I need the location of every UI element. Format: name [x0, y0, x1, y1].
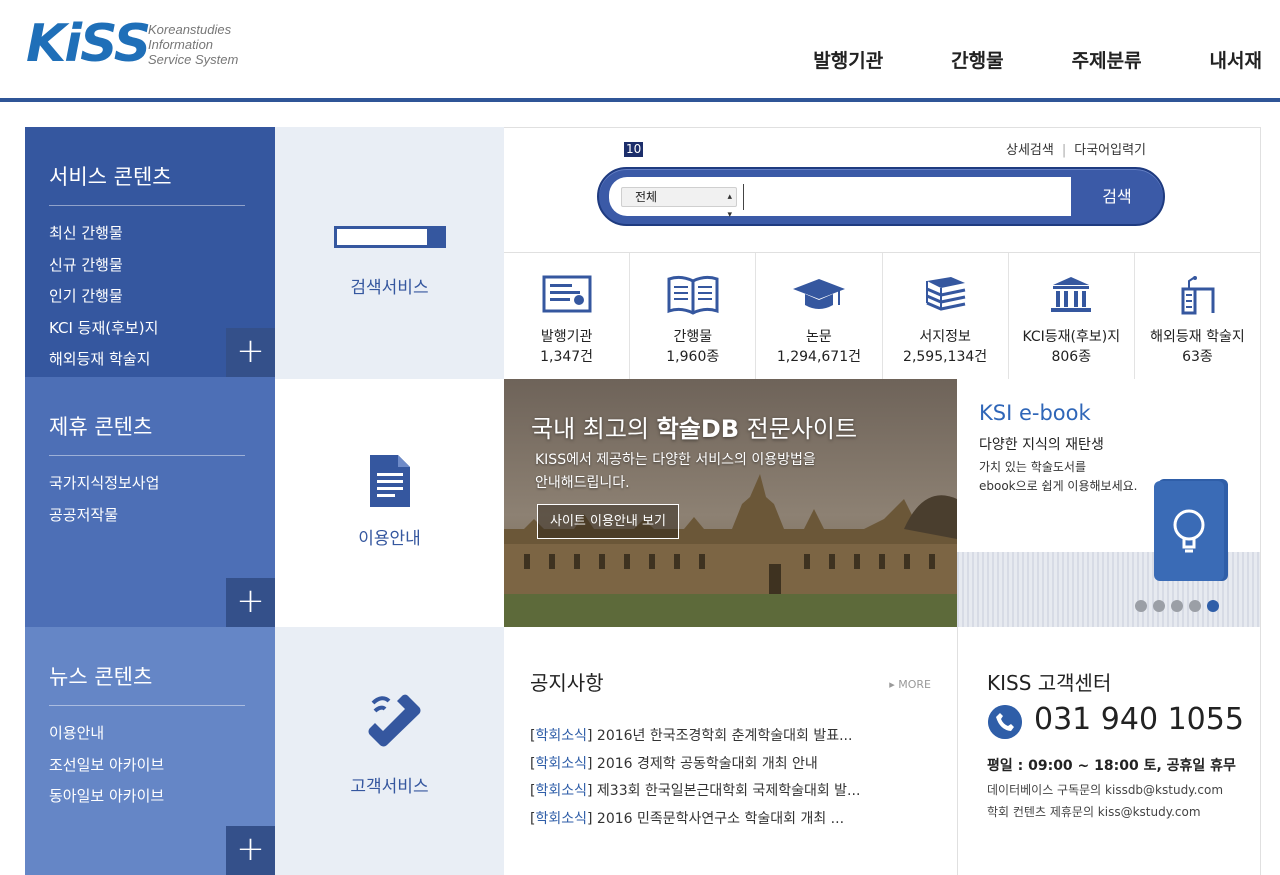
customer-service-tile[interactable]: 고객서비스: [275, 627, 504, 875]
more-plus-button[interactable]: +: [226, 328, 275, 377]
nav-publisher[interactable]: 발행기관: [813, 46, 883, 73]
service-contents-box: 서비스 콘텐츠 최신 간행물 신규 간행물 인기 간행물 KCI 등재(후보)지…: [25, 127, 275, 377]
search-field-wrap: 전체 ▴ ▾: [609, 177, 1071, 220]
search-input[interactable]: [743, 184, 1063, 210]
ebook-title: KSI e-book: [979, 401, 1091, 425]
sidebar-item-chosun-archive[interactable]: 조선일보 아카이브: [49, 750, 251, 782]
stat-papers[interactable]: 논문 1,294,671건: [755, 253, 881, 379]
list-item[interactable]: [학회소식] 2016 민족문학사연구소 학술대회 개최 ...: [530, 806, 940, 834]
site-guide-button[interactable]: 사이트 이용안내 보기: [537, 504, 679, 539]
main-nav: 발행기관 간행물 주제분류 내서재: [745, 46, 1262, 73]
list-item[interactable]: [학회소식] 2016 경제학 공동학술대회 개최 안내: [530, 751, 940, 779]
sidebar-item-national-knowledge[interactable]: 국가지식정보사업: [49, 468, 251, 500]
advanced-search-link[interactable]: 상세검색: [1006, 143, 1054, 158]
ebook-subtitle: 다양한 지식의 재탄생: [979, 437, 1104, 453]
banner-title: 국내 최고의 학술DB 전문사이트: [531, 415, 858, 443]
slide-dot-5[interactable]: [1207, 600, 1219, 612]
nav-my-library[interactable]: 내서재: [1210, 46, 1262, 73]
slide-dot-4[interactable]: [1189, 600, 1201, 612]
business-hours: 평일 : 09:00 ~ 18:00 토, 공휴일 휴무: [987, 758, 1236, 774]
sidebar-item-latest[interactable]: 최신 간행물: [49, 218, 251, 250]
nav-publications[interactable]: 간행물: [951, 46, 1003, 73]
stat-publisher[interactable]: 발행기관 1,347건: [504, 253, 629, 379]
open-book-icon: [667, 275, 719, 315]
search-bar: 전체 ▴ ▾ 검색: [597, 167, 1165, 226]
more-plus-button[interactable]: +: [226, 578, 275, 627]
main-banner[interactable]: 국내 최고의 학술DB 전문사이트 KISS에서 제공하는 다양한 서비스의 이…: [504, 379, 957, 627]
lightbulb-book-icon: [1154, 479, 1228, 581]
search-bar-icon: [334, 226, 446, 248]
customer-center-title: KISS 고객센터: [987, 671, 1112, 695]
phone-icon: [988, 705, 1022, 739]
search-button[interactable]: 검색: [1071, 169, 1163, 224]
partner-contents-box: 제휴 콘텐츠 국가지식정보사업 공공저작물 +: [25, 377, 275, 627]
kiss-logo[interactable]: KiSS Koreanstudies Information Service S…: [26, 14, 256, 74]
phone-number: 031 940 1055: [1034, 702, 1244, 737]
list-item[interactable]: [학회소식] 2016년 한국조경학회 춘계학술대회 발표...: [530, 723, 940, 751]
search-service-tile[interactable]: 검색서비스: [275, 127, 504, 379]
stats-row: 발행기관 1,347건 간행물 1,960종 논문 1,294,671건 서지정…: [504, 253, 1261, 379]
sidebar-item-public-works[interactable]: 공공저작물: [49, 500, 251, 532]
stat-publications[interactable]: 간행물 1,960종: [629, 253, 755, 379]
partnership-contact: 학회 컨텐츠 제휴문의 kiss@kstudy.com: [987, 805, 1201, 819]
notice-title: 공지사항: [530, 671, 604, 695]
logo-subtitle: Koreanstudies Information Service System: [148, 22, 239, 67]
sidebar-item-new[interactable]: 신규 간행물: [49, 250, 251, 282]
desk-lamp-icon: [1181, 276, 1215, 315]
count-tag: 10: [624, 142, 644, 157]
db-subscription-contact: 데이터베이스 구독문의 kissdb@kstudy.com: [987, 783, 1224, 797]
section-title: 서비스 콘텐츠: [49, 161, 245, 206]
stat-kci[interactable]: KCI등재(후보)지 806종: [1007, 253, 1134, 379]
list-item[interactable]: [학회소식] 제33회 한국일본근대학회 국제학술대회 발...: [530, 778, 940, 806]
stat-overseas[interactable]: 해외등재 학술지 63종: [1133, 253, 1260, 379]
slide-dot-3[interactable]: [1171, 600, 1183, 612]
nav-subject[interactable]: 주제분류: [1072, 46, 1142, 73]
institution-icon: [1051, 277, 1092, 312]
sidebar-item-popular[interactable]: 인기 간행물: [49, 281, 251, 313]
search-scope-select[interactable]: 전체 ▴ ▾: [621, 187, 737, 220]
ebook-banner[interactable]: KSI e-book 다양한 지식의 재탄생 가치 있는 학술도서를 ebook으…: [957, 379, 1261, 627]
section-title: 뉴스 콘텐츠: [49, 661, 245, 706]
slide-dot-1[interactable]: [1135, 600, 1147, 612]
section-title: 제휴 콘텐츠: [49, 411, 245, 456]
search-panel: 10 상세검색 | 다국어입력기 전체 ▴ ▾ 검색: [504, 127, 1261, 253]
certificate-icon: [542, 275, 592, 313]
select-arrows-icon: ▴ ▾: [727, 192, 732, 220]
logo-wordmark: KiSS: [26, 14, 151, 74]
tile-label: 이용안내: [358, 529, 421, 549]
search-links: 상세검색 | 다국어입력기: [1006, 139, 1146, 158]
multilang-input-link[interactable]: 다국어입력기: [1074, 143, 1146, 158]
graduation-cap-icon: [792, 279, 845, 309]
notice-panel: 공지사항 ▸ MORE [학회소식] 2016년 한국조경학회 춘계학술대회 발…: [504, 627, 957, 875]
tile-label: 고객서비스: [350, 777, 429, 797]
more-link[interactable]: ▸ MORE: [889, 678, 931, 691]
sidebar-item-donga-archive[interactable]: 동아일보 아카이브: [49, 781, 251, 813]
slide-indicators: [1135, 600, 1225, 612]
site-header: KiSS Koreanstudies Information Service S…: [0, 0, 1280, 102]
sidebar-item-overseas[interactable]: 해외등재 학술지: [49, 344, 251, 376]
ebook-description: 가치 있는 학술도서를 ebook으로 쉽게 이용해보세요.: [979, 460, 1138, 493]
book-stack-icon: [926, 277, 966, 311]
document-icon: [370, 455, 410, 507]
phone-handset-icon: [368, 694, 421, 747]
stat-bibliography[interactable]: 서지정보 2,595,134건: [881, 253, 1008, 379]
usage-guide-tile[interactable]: 이용안내: [275, 379, 504, 627]
sidebar-item-guide[interactable]: 이용안내: [49, 718, 251, 750]
news-contents-box: 뉴스 콘텐츠 이용안내 조선일보 아카이브 동아일보 아카이브 +: [25, 627, 275, 875]
notice-list: [학회소식] 2016년 한국조경학회 춘계학술대회 발표... [학회소식] …: [530, 723, 940, 833]
sidebar-item-kci[interactable]: KCI 등재(후보)지: [49, 313, 251, 345]
left-sidebar: 서비스 콘텐츠 최신 간행물 신규 간행물 인기 간행물 KCI 등재(후보)지…: [25, 127, 275, 875]
slide-dot-2[interactable]: [1153, 600, 1165, 612]
more-plus-button[interactable]: +: [226, 826, 275, 875]
divider: |: [1061, 143, 1067, 158]
banner-description: KISS에서 제공하는 다양한 서비스의 이용방법을 안내해드립니다.: [535, 452, 816, 491]
tile-label: 검색서비스: [350, 278, 429, 298]
customer-center-panel: KISS 고객센터 031 940 1055 평일 : 09:00 ~ 18:0…: [957, 627, 1261, 875]
